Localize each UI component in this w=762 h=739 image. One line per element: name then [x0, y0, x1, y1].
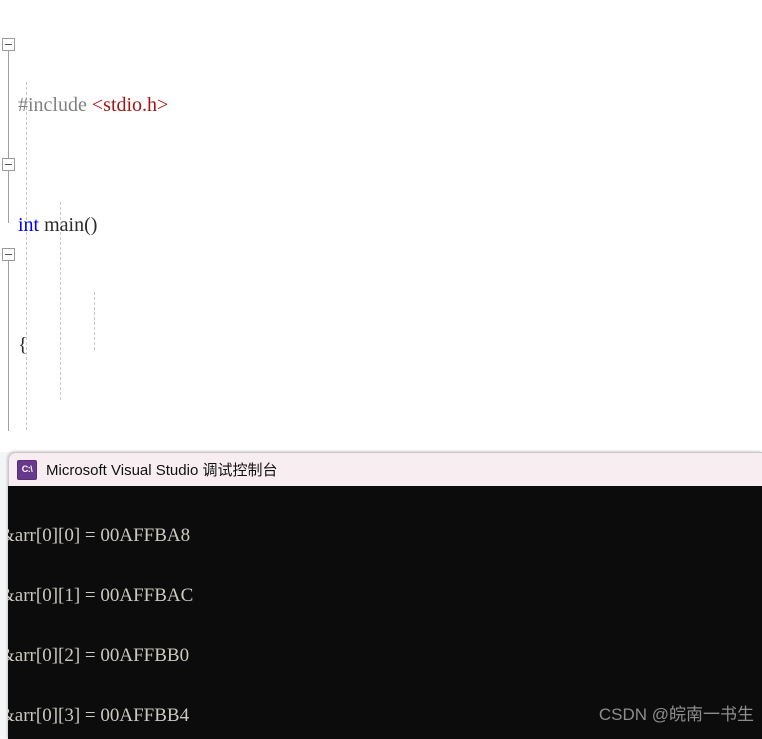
console-icon-label: C:\	[21, 464, 33, 474]
console-line: &arr[0][2] = 00AFFBB0	[8, 645, 190, 666]
token-int-main: int	[18, 214, 40, 236]
console-window-title: Microsoft Visual Studio 调试控制台	[46, 462, 278, 479]
token-include-path: <stdio.h>	[91, 94, 169, 116]
console-output-area[interactable]: &arr[0][0] = 00AFFBA8 &arr[0][1] = 00AFF…	[8, 486, 762, 739]
token-brace-main-open: {	[18, 334, 28, 356]
console-line: &arr[0][0] = 00AFFBA8	[8, 525, 191, 546]
code-line-2[interactable]: int main()	[0, 210, 762, 240]
source-code[interactable]: #include <stdio.h> int main() { int arr[…	[0, 0, 762, 452]
code-line-3[interactable]: {	[0, 330, 762, 360]
console-titlebar[interactable]: C:\ Microsoft Visual Studio 调试控制台	[8, 452, 762, 486]
code-line-1[interactable]: #include <stdio.h>	[0, 90, 762, 120]
csdn-watermark: CSDN @皖南一书生	[598, 705, 754, 724]
console-output-lines: &arr[0][0] = 00AFFBA8 &arr[0][1] = 00AFF…	[8, 486, 193, 739]
debug-console-window[interactable]: C:\ Microsoft Visual Studio 调试控制台 &arr[0…	[8, 452, 762, 739]
token-fn-main: main	[44, 214, 85, 236]
console-line: &arr[0][1] = 00AFFBAC	[8, 585, 194, 606]
code-editor-pane[interactable]: #include <stdio.h> int main() { int arr[…	[0, 0, 762, 452]
token-include-directive: #include	[18, 94, 87, 116]
token-main-parens: ()	[84, 214, 98, 236]
console-line: &arr[0][3] = 00AFFBB4	[8, 705, 190, 726]
console-icon: C:\	[17, 459, 37, 480]
